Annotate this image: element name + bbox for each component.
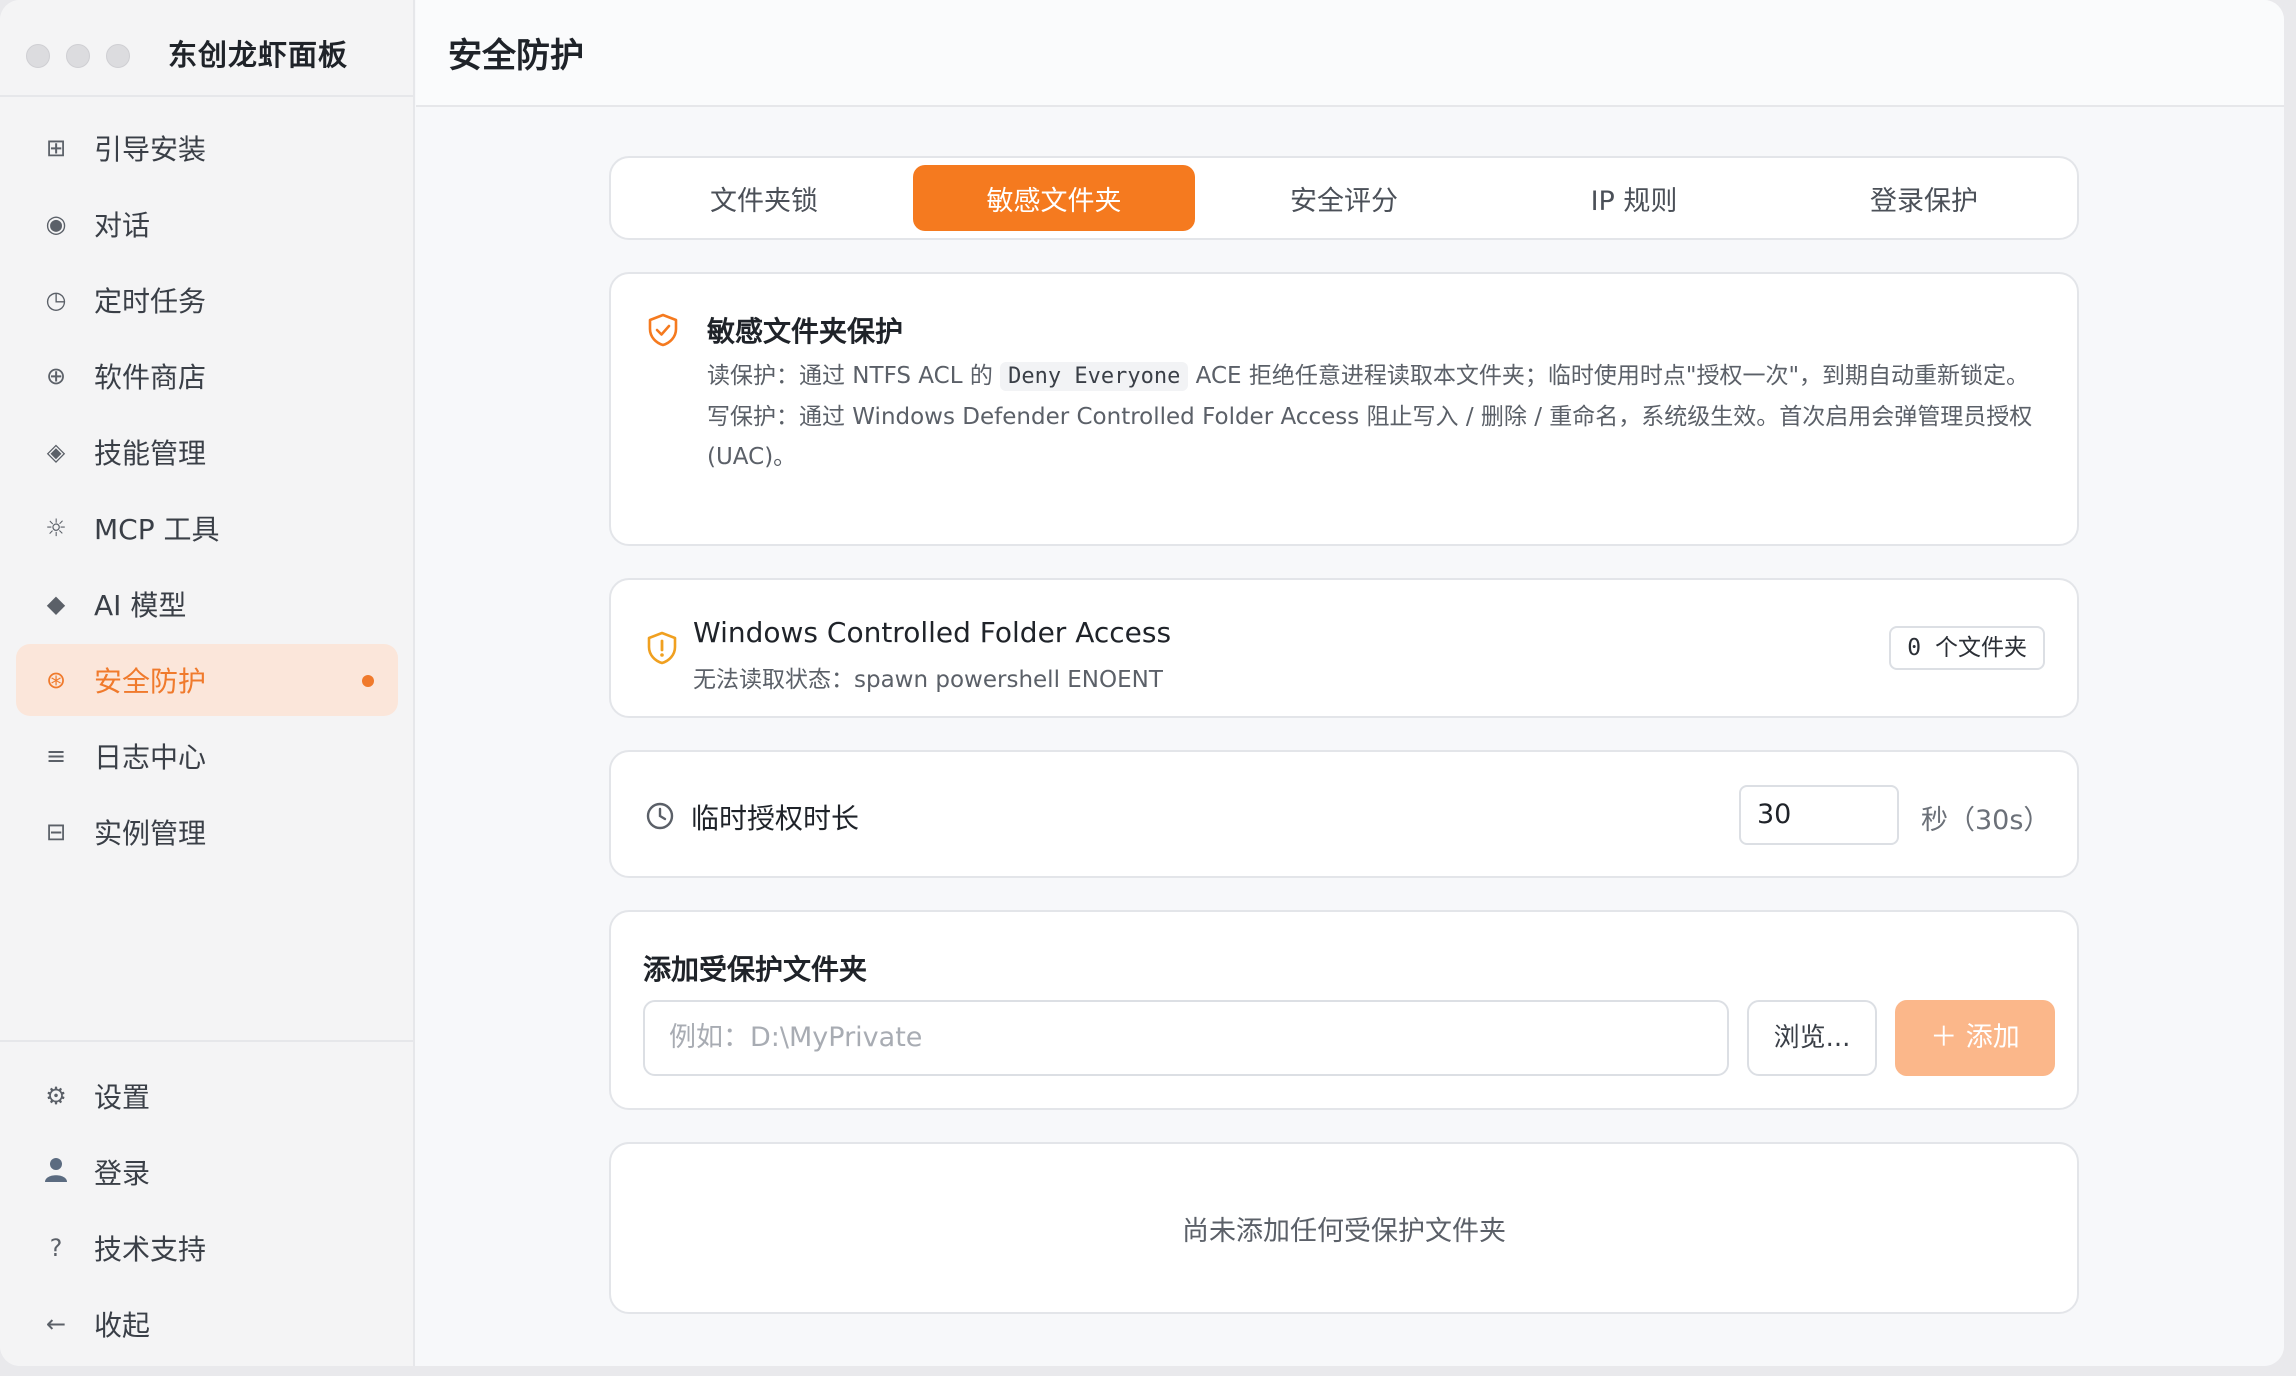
maximize-window-button[interactable] [106, 44, 130, 68]
app-title: 东创龙虾面板 [168, 38, 349, 72]
chat-icon: ◉ [45, 210, 67, 238]
shield-warning-icon [645, 630, 679, 670]
diamond-icon: ◆ [46, 590, 66, 618]
sidebar-item-settings[interactable]: ⚙ 设置 [16, 1060, 398, 1132]
clock-icon: ◷ [45, 286, 67, 314]
cfa-card: Windows Controlled Folder Access 无法读取状态：… [609, 578, 2079, 718]
empty-state-text: 尚未添加任何受保护文件夹 [1182, 1215, 1506, 1247]
sidebar-divider [0, 1040, 415, 1042]
gear-icon: ⚙ [45, 1082, 67, 1110]
titlebar: 东创龙虾面板 [0, 0, 415, 97]
sidebar-item-label: 设置 [94, 1081, 151, 1114]
sidebar-nav: ⊞ 引导安装 ◉ 对话 ◷ 定时任务 ⊕ 软件商店 ◈ 技能管理 ☼ MCP 工… [16, 112, 398, 872]
cfa-title: Windows Controlled Folder Access [693, 616, 1172, 649]
sidebar-item-software-store[interactable]: ⊕ 软件商店 [16, 340, 398, 412]
duration-label: 临时授权时长 [691, 802, 860, 835]
sidebar-item-support[interactable]: ? 技术支持 [16, 1212, 398, 1284]
sidebar: 东创龙虾面板 ⊞ 引导安装 ◉ 对话 ◷ 定时任务 ⊕ 软件商店 ◈ 技能管理 [0, 0, 415, 1366]
cfa-status: 无法读取状态：spawn powershell ENOENT [693, 667, 1163, 693]
sidebar-item-collapse[interactable]: ← 收起 [16, 1288, 398, 1360]
log-icon: ≡ [45, 742, 67, 770]
sidebar-item-ai-models[interactable]: ◆ AI 模型 [16, 568, 398, 640]
sidebar-item-label: 对话 [94, 209, 151, 242]
grid-icon: ⊞ [45, 134, 67, 162]
tab-ip-rules[interactable]: IP 规则 [1493, 165, 1775, 231]
page-header: 安全防护 [416, 0, 2284, 107]
clock-icon [645, 801, 675, 835]
info-title: 敏感文件夹保护 [707, 315, 904, 348]
sidebar-item-scheduled-tasks[interactable]: ◷ 定时任务 [16, 264, 398, 336]
tool-icon: ☼ [45, 514, 67, 542]
skill-icon: ◈ [46, 438, 66, 466]
sidebar-item-label: 安全防护 [94, 665, 207, 698]
add-folder-title: 添加受保护文件夹 [643, 953, 868, 986]
add-folder-button[interactable]: ＋ 添加 [1895, 1000, 2055, 1076]
duration-unit: 秒（30s） [1921, 805, 2051, 836]
add-folder-card: 添加受保护文件夹 例如：D:\MyPrivate 浏览... ＋ 添加 [609, 910, 2079, 1110]
duration-card: 临时授权时长 30 秒（30s） [609, 750, 2079, 878]
browse-button[interactable]: 浏览... [1747, 1000, 1877, 1076]
shield-check-icon [645, 312, 681, 352]
user-icon [40, 1155, 72, 1189]
main-panel: 安全防护 文件夹锁 敏感文件夹 安全评分 IP 规则 登录保护 敏感文件夹保护 … [416, 0, 2284, 1366]
folder-count-badge: 0 个文件夹 [1889, 626, 2045, 670]
tab-login-protection[interactable]: 登录保护 [1783, 165, 2065, 231]
sidebar-item-chat[interactable]: ◉ 对话 [16, 188, 398, 260]
app-window: 东创龙虾面板 ⊞ 引导安装 ◉ 对话 ◷ 定时任务 ⊕ 软件商店 ◈ 技能管理 [0, 0, 2284, 1366]
store-icon: ⊕ [45, 362, 67, 390]
tab-folder-lock[interactable]: 文件夹锁 [623, 165, 905, 231]
sidebar-item-label: 定时任务 [94, 285, 207, 318]
shield-icon: ⊛ [45, 666, 67, 694]
sidebar-item-mcp-tools[interactable]: ☼ MCP 工具 [16, 492, 398, 564]
instance-icon: ⊟ [45, 818, 67, 846]
tab-security-score[interactable]: 安全评分 [1203, 165, 1485, 231]
info-description: 读保护：通过 NTFS ACL 的 Deny Everyone ACE 拒绝任意… [707, 356, 2047, 477]
sidebar-bottom-nav: ⚙ 设置 登录 ? 技术支持 ← 收起 [16, 1060, 398, 1364]
sidebar-item-label: 日志中心 [94, 741, 207, 774]
sidebar-item-label: 引导安装 [94, 133, 207, 166]
page-title: 安全防护 [448, 36, 584, 76]
tab-bar: 文件夹锁 敏感文件夹 安全评分 IP 规则 登录保护 [609, 156, 2079, 240]
write-protection-text: 写保护：通过 Windows Defender Controlled Folde… [707, 404, 2033, 470]
sidebar-item-guide-install[interactable]: ⊞ 引导安装 [16, 112, 398, 184]
sidebar-item-instances[interactable]: ⊟ 实例管理 [16, 796, 398, 868]
help-icon: ? [49, 1234, 63, 1262]
content-area: 文件夹锁 敏感文件夹 安全评分 IP 规则 登录保护 敏感文件夹保护 读保护：通… [609, 156, 2079, 1314]
read-protection-code: Deny Everyone [1000, 362, 1189, 391]
close-window-button[interactable] [26, 44, 50, 68]
tab-sensitive-folders[interactable]: 敏感文件夹 [913, 165, 1195, 231]
read-protection-suffix: ACE 拒绝任意进程读取本文件夹；临时使用时点"授权一次"，到期自动重新锁定。 [1195, 363, 2030, 389]
sidebar-item-security[interactable]: ⊛ 安全防护 [16, 644, 398, 716]
sidebar-item-label: MCP 工具 [94, 513, 220, 546]
sidebar-item-logs[interactable]: ≡ 日志中心 [16, 720, 398, 792]
sidebar-item-label: 收起 [94, 1309, 151, 1342]
folder-path-input[interactable]: 例如：D:\MyPrivate [643, 1000, 1729, 1076]
sidebar-item-label: 技能管理 [94, 437, 207, 470]
arrow-left-icon: ← [45, 1310, 67, 1338]
active-indicator-dot [362, 675, 374, 687]
duration-input[interactable]: 30 [1739, 785, 1899, 845]
sidebar-item-label: 技术支持 [94, 1233, 207, 1266]
sidebar-item-label: 实例管理 [94, 817, 207, 850]
sidebar-item-skills[interactable]: ◈ 技能管理 [16, 416, 398, 488]
sidebar-item-login[interactable]: 登录 [16, 1136, 398, 1208]
read-protection-prefix: 读保护：通过 NTFS ACL 的 [707, 363, 993, 389]
empty-state-card: 尚未添加任何受保护文件夹 [609, 1142, 2079, 1314]
sidebar-item-label: AI 模型 [94, 589, 187, 622]
sidebar-item-label: 软件商店 [94, 361, 207, 394]
sidebar-item-label: 登录 [94, 1157, 151, 1190]
info-card: 敏感文件夹保护 读保护：通过 NTFS ACL 的 Deny Everyone … [609, 272, 2079, 546]
minimize-window-button[interactable] [66, 44, 90, 68]
